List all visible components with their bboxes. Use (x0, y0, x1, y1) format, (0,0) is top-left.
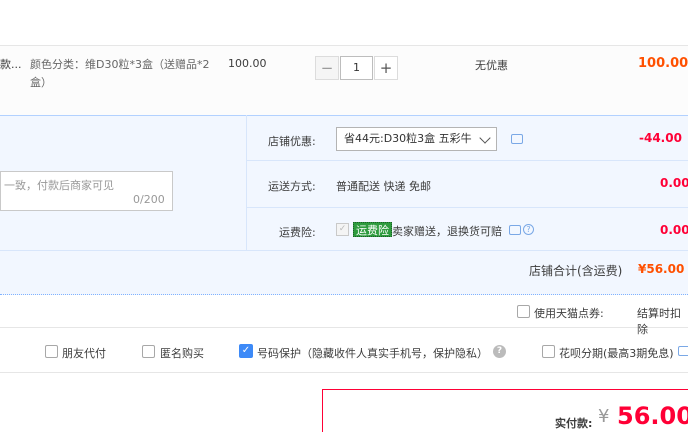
divider (246, 115, 247, 250)
friend-pay-label: 朋友代付 (62, 347, 106, 360)
insurance-label: 运费险: (279, 226, 316, 239)
shipping-method: 普通配送 快递 免邮 (336, 180, 431, 193)
question-icon[interactable]: ? (493, 345, 506, 358)
quantity-decrease-button[interactable]: − (315, 56, 339, 80)
product-total: 100.00 (638, 56, 688, 71)
coupon-checkbox[interactable] (517, 305, 530, 318)
chat-icon[interactable] (509, 225, 521, 235)
divider (0, 250, 688, 251)
coupon-label: 使用天猫点券: (534, 307, 604, 320)
insurance-amount: 0.00 (660, 223, 688, 237)
huabei-checkbox[interactable] (542, 345, 555, 358)
huabei-label: 花呗分期(最高3期免息) (559, 347, 674, 360)
shop-discount-amount: -44.00 (639, 131, 682, 145)
payment-label: 实付款: (555, 417, 593, 430)
shop-discount-selected: 省44元:D30粒3盒 五彩牛 (344, 132, 472, 145)
currency-symbol: ¥ (598, 406, 610, 427)
product-price: 100.00 (228, 57, 267, 70)
message-char-count: 0/200 (133, 193, 165, 206)
message-placeholder: 一致，付款后商家可见 (4, 179, 114, 192)
insurance-badge: 运费险 (353, 222, 392, 237)
shop-total-label: 店铺合计(含运费) (529, 264, 623, 278)
phone-protect-checkbox[interactable]: ✓ (239, 344, 253, 358)
phone-protect-label: 号码保护（隐藏收件人真实手机号，保护隐私） (257, 347, 488, 360)
chevron-down-icon (479, 132, 491, 144)
product-name[interactable]: 款... (0, 56, 22, 72)
chat-icon[interactable] (678, 346, 688, 356)
shop-discount-select[interactable]: 省44元:D30粒3盒 五彩牛 (336, 127, 497, 151)
insurance-text: 卖家赠送，退换货可赔 (392, 225, 502, 238)
help-icon[interactable]: ? (523, 224, 534, 235)
insurance-checkbox: ✓ (336, 223, 349, 236)
chat-icon[interactable] (511, 134, 523, 144)
divider (246, 207, 688, 208)
divider (246, 160, 688, 161)
shipping-amount: 0.00 (660, 176, 688, 190)
product-discount: 无优惠 (475, 59, 508, 72)
anonymous-label: 匿名购买 (160, 347, 204, 360)
payment-amount: 56.00 (617, 402, 688, 430)
quantity-input[interactable]: 1 (340, 56, 373, 80)
quantity-increase-button[interactable]: + (374, 56, 398, 80)
product-attribute: 颜色分类：维D30粒*3盒（送赠品*2盒） (30, 58, 210, 89)
shop-discount-label: 店铺优惠: (268, 135, 316, 148)
anonymous-checkbox[interactable] (142, 345, 155, 358)
friend-pay-checkbox[interactable] (45, 345, 58, 358)
shop-total-value: ¥56.00 (638, 262, 685, 276)
shipping-label: 运送方式: (268, 180, 316, 193)
